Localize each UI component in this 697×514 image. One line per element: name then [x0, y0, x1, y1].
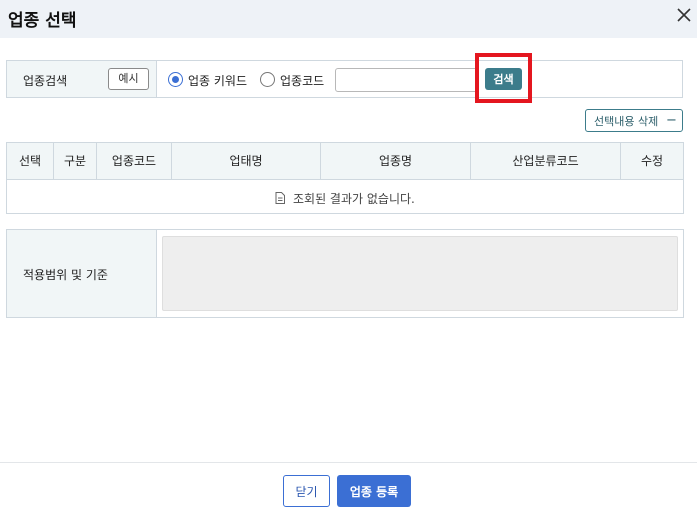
- table-header: 선택 구분 업종코드 업태명 업종명 산업분류코드 수정: [7, 143, 683, 180]
- search-row: 업종검색 예시 업종 키워드 업종코드: [6, 60, 683, 98]
- column-header-type: 구분: [54, 143, 97, 179]
- radio-code-label[interactable]: 업종코드: [280, 72, 324, 89]
- document-icon: [275, 192, 285, 204]
- search-label: 업종검색: [23, 74, 68, 88]
- dialog-header: 업종 선택: [0, 0, 697, 38]
- scope-row: 적용범위 및 기준: [6, 229, 684, 318]
- search-button[interactable]: 검색: [485, 68, 522, 90]
- search-input[interactable]: [335, 68, 478, 92]
- column-header-industry-class-code: 산업분류코드: [471, 143, 621, 179]
- column-header-industry-name: 업종명: [321, 143, 471, 179]
- column-header-business-type: 업태명: [172, 143, 321, 179]
- close-icon[interactable]: [676, 7, 692, 23]
- close-button[interactable]: 닫기: [283, 475, 330, 507]
- scope-label: 적용범위 및 기준: [23, 268, 108, 282]
- delete-selected-label: 선택내용 삭제: [594, 114, 659, 128]
- dialog-title: 업종 선택: [8, 11, 77, 31]
- industry-table: 선택 구분 업종코드 업태명 업종명 산업분류코드 수정 조회된 결과가 없습니…: [6, 142, 684, 214]
- radio-keyword[interactable]: [168, 72, 183, 87]
- radio-keyword-label[interactable]: 업종 키워드: [188, 72, 247, 89]
- empty-row: 조회된 결과가 없습니다.: [7, 180, 683, 213]
- scope-content-box: [162, 236, 678, 311]
- search-label-cell: 업종검색 예시: [7, 61, 157, 97]
- minus-icon: −: [666, 113, 677, 128]
- example-button[interactable]: 예시: [108, 68, 149, 90]
- empty-message: 조회된 결과가 없습니다.: [293, 192, 415, 206]
- scope-label-cell: 적용범위 및 기준: [7, 230, 157, 317]
- column-header-industry-code: 업종코드: [97, 143, 172, 179]
- column-header-edit: 수정: [640, 154, 664, 168]
- footer-divider: [0, 462, 697, 463]
- delete-selected-button[interactable]: 선택내용 삭제 −: [585, 109, 683, 132]
- register-button[interactable]: 업종 등록: [337, 475, 411, 507]
- radio-code[interactable]: [260, 72, 275, 87]
- column-header-select: 선택: [7, 143, 54, 179]
